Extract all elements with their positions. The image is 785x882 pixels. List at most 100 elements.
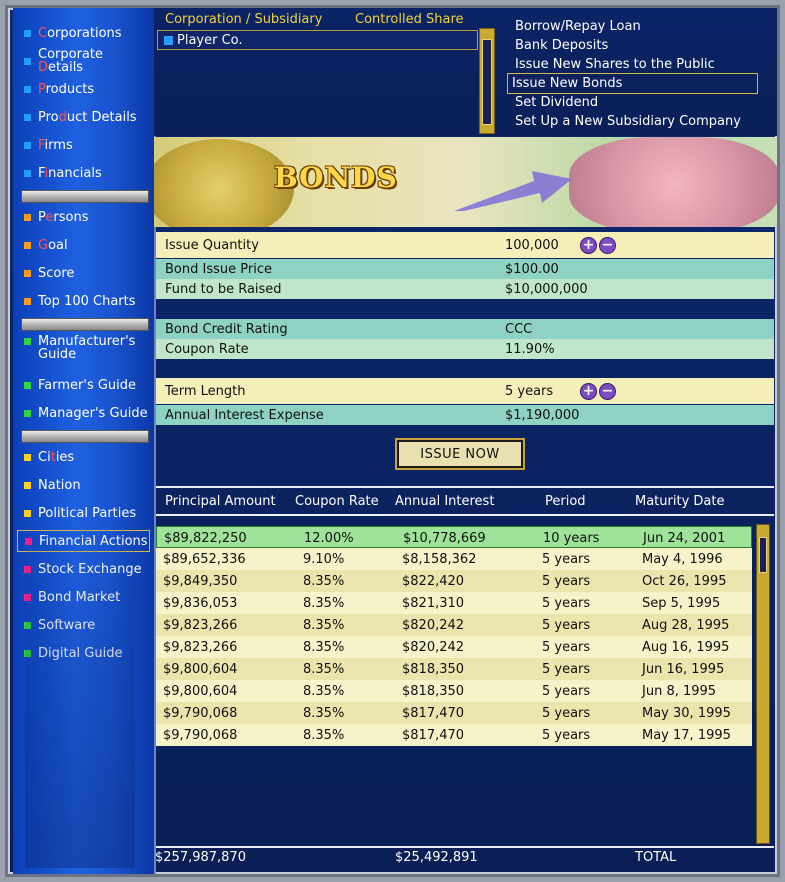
action-bank-deposits[interactable]: Bank Deposits [511, 36, 608, 55]
sidebar-item-label: Political Parties [38, 505, 137, 521]
issue-quantity-label: Issue Quantity [165, 237, 259, 253]
fund-to-raise-value: $10,000,000 [505, 281, 588, 297]
corp-column-header: Corporation / Subsidiary [165, 12, 323, 27]
sidebar-item-persons[interactable]: Persons [17, 206, 150, 228]
cell-interest: $817,470 [402, 728, 465, 743]
issue-now-button[interactable]: ISSUE NOW [395, 438, 525, 470]
sidebar-item-products[interactable]: Products [17, 78, 150, 100]
plus-icon[interactable]: + [580, 382, 597, 400]
fund-to-raise-label: Fund to be Raised [165, 281, 282, 297]
total-interest: $25,492,891 [395, 850, 478, 865]
table-row[interactable]: $9,790,068 8.35% $817,470 5 years May 17… [156, 724, 752, 746]
cell-principal: $9,836,053 [163, 596, 238, 611]
sidebar-item-label: Manufacturer's Guide [38, 334, 136, 362]
cell-interest: $8,158,362 [402, 552, 477, 567]
action-setup-subsidiary[interactable]: Set Up a New Subsidiary Company [511, 112, 741, 131]
table-row[interactable]: $89,822,250 12.00% $10,778,669 10 years … [156, 526, 752, 548]
table-row[interactable]: $9,800,604 8.35% $818,350 5 years Jun 8,… [156, 680, 752, 702]
table-divider [156, 846, 774, 848]
term-length-row: Term Length 5 years + − [156, 378, 774, 404]
sidebar-item-manufacturers-guide[interactable]: Manufacturer's Guide [17, 335, 150, 365]
sidebar-item-political-parties[interactable]: Political Parties [17, 502, 150, 524]
bullet-icon [24, 453, 31, 461]
sidebar-item-goal[interactable]: Goal [17, 234, 150, 256]
cell-principal: $9,823,266 [163, 618, 238, 633]
bond-seal-pink-icon [569, 137, 777, 227]
cell-period: 5 years [542, 618, 591, 633]
action-set-dividend[interactable]: Set Dividend [511, 93, 598, 112]
sidebar-item-firms[interactable]: Firms [17, 134, 150, 156]
sidebar-item-financial-actions[interactable]: Financial Actions [17, 530, 150, 552]
sidebar-item-product-details[interactable]: Product Details [17, 106, 150, 128]
sidebar-item-stock-exchange[interactable]: Stock Exchange [17, 558, 150, 580]
table-row[interactable]: $9,836,053 8.35% $821,310 5 years Sep 5,… [156, 592, 752, 614]
plus-icon[interactable]: + [580, 236, 597, 254]
cell-coupon: 8.35% [303, 574, 345, 589]
sidebar-item-label: Firms [38, 137, 73, 153]
minus-icon[interactable]: − [599, 382, 616, 400]
corp-list-scrollbar[interactable] [479, 28, 495, 134]
cell-principal: $89,652,336 [163, 552, 246, 567]
annual-interest-row: Annual Interest Expense $1,190,000 [156, 405, 774, 425]
sidebar-item-score[interactable]: Score [17, 262, 150, 284]
coupon-rate-label: Coupon Rate [165, 341, 249, 357]
sidebar-item-software[interactable]: Software [17, 614, 150, 636]
sidebar-item-label: Goal [38, 237, 68, 253]
cell-interest: $818,350 [402, 684, 465, 699]
cell-interest: $817,470 [402, 706, 465, 721]
action-issue-new-shares[interactable]: Issue New Shares to the Public [511, 55, 715, 74]
sidebar-item-cities[interactable]: Cities [17, 446, 150, 468]
cell-period: 5 years [542, 728, 591, 743]
bullet-icon [24, 297, 31, 305]
scrollbar-thumb[interactable] [482, 39, 492, 125]
bullet-icon [24, 113, 31, 121]
bullet-icon [24, 621, 31, 629]
sidebar-item-label: Bond Market [38, 589, 121, 605]
table-divider [156, 514, 774, 516]
annual-interest-label: Annual Interest Expense [165, 407, 324, 423]
table-row[interactable]: $9,800,604 8.35% $818,350 5 years Jun 16… [156, 658, 752, 680]
scrollbar-thumb[interactable] [759, 537, 767, 573]
corporation-list[interactable]: Player Co. [157, 30, 478, 50]
bond-issue-price-row: Bond Issue Price $100.00 [156, 259, 774, 279]
sidebar-item-bond-market[interactable]: Bond Market [17, 586, 150, 608]
corporation-row[interactable]: Player Co. [158, 31, 477, 49]
minus-icon[interactable]: − [599, 236, 616, 254]
sidebar-item-nation[interactable]: Nation [17, 474, 150, 496]
col-header-interest: Annual Interest [395, 494, 495, 509]
sidebar-item-financials[interactable]: Financials [17, 162, 150, 184]
table-scrollbar[interactable] [756, 524, 770, 844]
action-issue-new-bonds[interactable]: Issue New Bonds [507, 73, 758, 94]
sidebar-item-label: Stock Exchange [38, 561, 142, 577]
cell-period: 5 years [542, 662, 591, 677]
bullet-icon [24, 481, 31, 489]
cell-interest: $820,242 [402, 640, 465, 655]
table-row[interactable]: $89,652,336 9.10% $8,158,362 5 years May… [156, 548, 752, 570]
table-row[interactable]: $9,849,350 8.35% $822,420 5 years Oct 26… [156, 570, 752, 592]
sidebar-item-farmers-guide[interactable]: Farmer's Guide [17, 374, 150, 396]
table-row[interactable]: $9,823,266 8.35% $820,242 5 years Aug 28… [156, 614, 752, 636]
cell-maturity: Aug 28, 1995 [642, 618, 730, 633]
table-row[interactable]: $9,823,266 8.35% $820,242 5 years Aug 16… [156, 636, 752, 658]
bullet-icon [24, 381, 31, 389]
col-header-period: Period [545, 494, 586, 509]
cell-period: 5 years [542, 684, 591, 699]
bullet-icon [24, 409, 31, 417]
sidebar-item-digital-guide[interactable]: Digital Guide [17, 642, 150, 664]
action-borrow-repay-loan[interactable]: Borrow/Repay Loan [511, 17, 641, 36]
sidebar-item-managers-guide[interactable]: Manager's Guide [17, 402, 150, 424]
cell-maturity: May 4, 1996 [642, 552, 723, 567]
cell-coupon: 8.35% [303, 728, 345, 743]
sidebar-item-corporations[interactable]: Corporations [17, 22, 150, 44]
cell-period: 5 years [542, 596, 591, 611]
bullet-icon [24, 169, 31, 177]
sidebar-item-label: Financial Actions [39, 533, 148, 549]
sidebar-item-corporate-details[interactable]: Corporate Details [17, 48, 150, 74]
table-row[interactable]: $9,790,068 8.35% $817,470 5 years May 30… [156, 702, 752, 724]
sidebar-separator [21, 430, 149, 443]
cell-maturity: May 17, 1995 [642, 728, 731, 743]
sidebar-item-label: Top 100 Charts [38, 293, 136, 309]
cell-coupon: 8.35% [303, 684, 345, 699]
col-header-maturity: Maturity Date [635, 494, 725, 509]
sidebar-item-top-100-charts[interactable]: Top 100 Charts [17, 290, 150, 312]
